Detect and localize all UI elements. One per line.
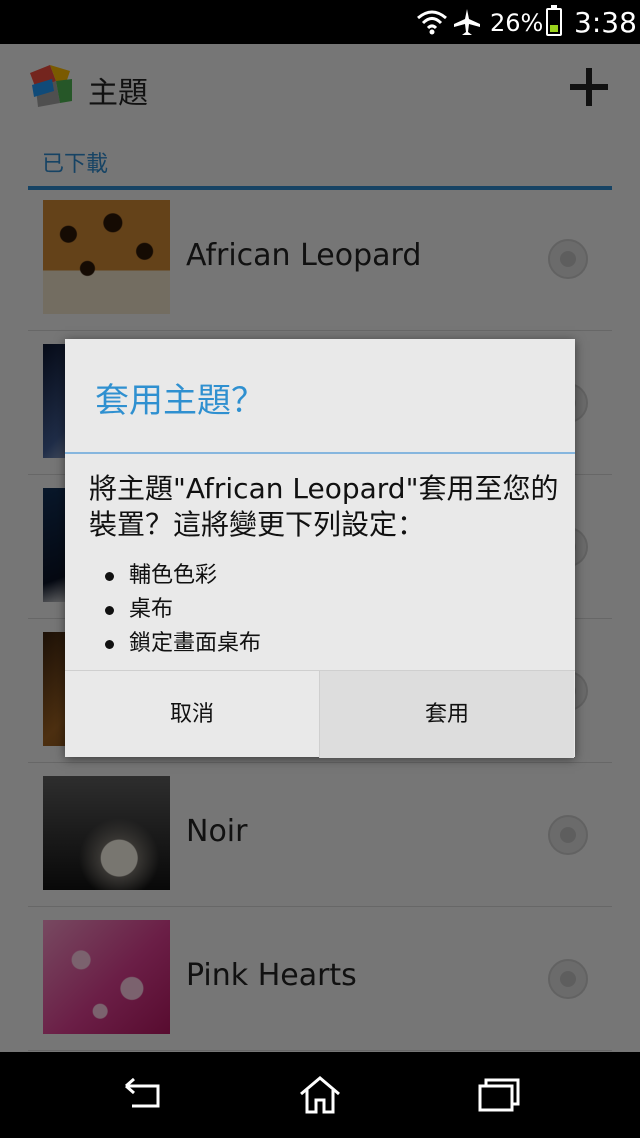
airplane-icon [454, 9, 480, 35]
battery-percent: 26% [490, 9, 544, 37]
dialog-title: 套用主題？ [95, 381, 265, 421]
list-item: 輔色色彩 [103, 559, 261, 593]
changes-list: 輔色色彩 桌布 鎖定畫面桌布 [103, 559, 261, 661]
recent-apps-icon[interactable] [474, 1072, 524, 1118]
wifi-icon [417, 10, 447, 35]
clock: 3:38 [574, 6, 637, 39]
navigation-bar [0, 1052, 640, 1138]
battery-icon [546, 5, 562, 36]
home-icon[interactable] [295, 1072, 345, 1118]
dialog-divider [65, 452, 575, 454]
dialog-message: 將主題"African Leopard"套用至您的裝置？這將變更下列設定： [89, 472, 559, 541]
list-item: 桌布 [103, 593, 261, 627]
apply-theme-dialog: 套用主題？ 將主題"African Leopard"套用至您的裝置？這將變更下列… [65, 339, 575, 758]
list-item: 鎖定畫面桌布 [103, 627, 261, 661]
cancel-button[interactable]: 取消 [65, 671, 319, 758]
apply-button[interactable]: 套用 [320, 671, 574, 758]
dialog-buttons: 取消 套用 [65, 670, 575, 758]
status-bar: 26% 3:38 [0, 0, 640, 44]
back-icon[interactable] [116, 1072, 166, 1118]
